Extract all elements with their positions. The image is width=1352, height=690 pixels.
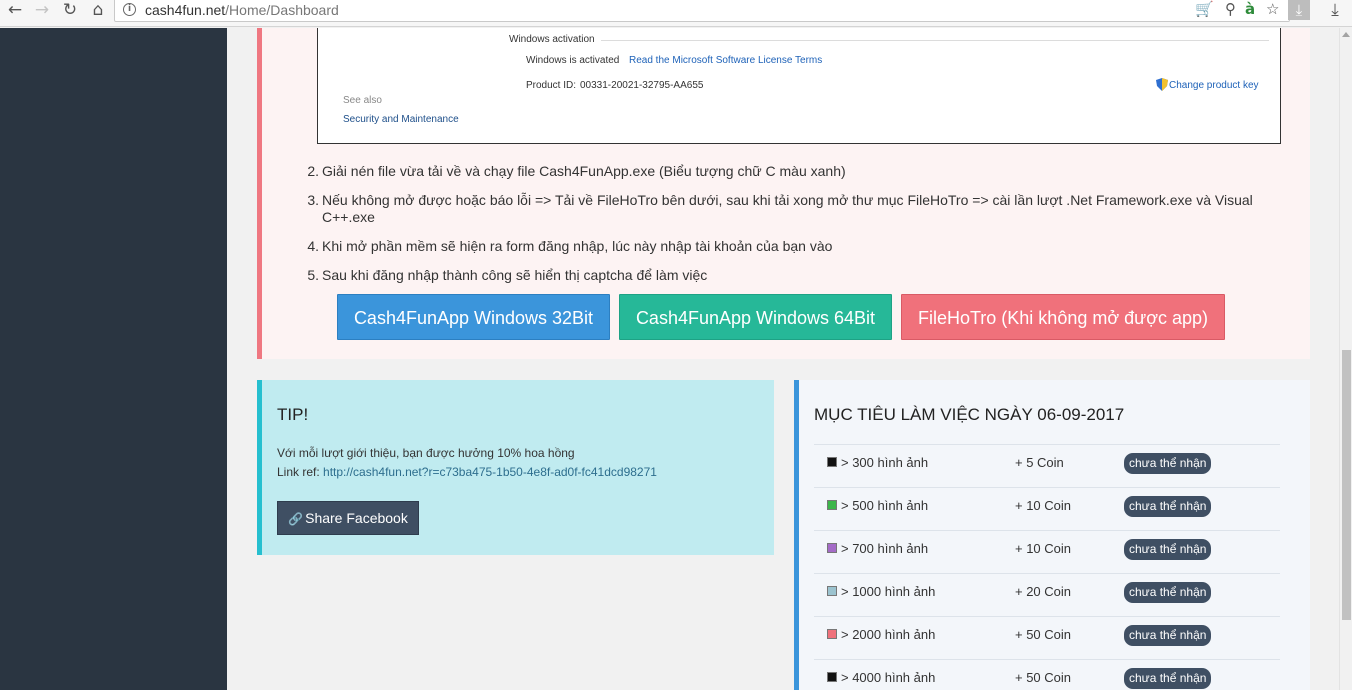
goal-row: > 300 hình ảnh + 5 Coin chưa thể nhận: [814, 444, 1280, 487]
reload-button-icon[interactable]: ↻: [59, 0, 81, 20]
goal-row: > 2000 hình ảnh + 50 Coin chưa thể nhận: [814, 616, 1280, 659]
goal-color-swatch: [827, 586, 837, 596]
goal-reward: + 10 Coin: [1015, 498, 1072, 513]
goal-reward: + 50 Coin: [1015, 627, 1072, 642]
downloads-menu-icon[interactable]: ⤓: [1324, 0, 1346, 20]
bookmark-star-icon[interactable]: ☆: [1266, 0, 1279, 18]
shopping-cart-icon[interactable]: 🛒: [1195, 0, 1214, 18]
download-extension-icon[interactable]: ⤓: [1288, 0, 1310, 20]
install-instructions-panel: Windows activation Windows is activated …: [257, 28, 1310, 359]
windows-activation-screenshot: Windows activation Windows is activated …: [317, 28, 1281, 144]
goal-reward: + 50 Coin: [1015, 670, 1072, 685]
step-text: Khi mở phần mềm sẽ hiện ra form đăng nhậ…: [322, 238, 833, 254]
url-text[interactable]: cash4fun.net/Home/Dashboard: [145, 2, 339, 18]
tip-text: Với mỗi lượt giới thiệu, bạn được hưởng …: [277, 446, 575, 460]
goals-title: MỤC TIÊU LÀM VIỆC NGÀY 06-09-2017: [814, 405, 1125, 424]
tip-title: TIP!: [277, 405, 309, 424]
step-number: 5.: [307, 267, 319, 283]
step-item: 3. Nếu không mở được hoặc báo lỗi => Tải…: [302, 192, 1262, 226]
step-number: 3.: [307, 192, 319, 208]
share-facebook-label: Share Facebook: [305, 510, 408, 526]
goal-row: > 500 hình ảnh + 10 Coin chưa thể nhận: [814, 487, 1280, 530]
goal-color-swatch: [827, 629, 837, 639]
extension-a-icon[interactable]: à: [1245, 0, 1255, 18]
link-icon: 🔗: [288, 512, 304, 526]
browser-toolbar: ← → ↻ ⌂ i cash4fun.net/Home/Dashboard 🛒 …: [0, 0, 1352, 27]
product-id-label: Product ID:: [526, 80, 577, 91]
goal-label: > 4000 hình ảnh: [841, 670, 936, 685]
goal-reward: + 5 Coin: [1015, 455, 1064, 470]
product-id-value: 00331-20021-32795-AA655: [580, 80, 704, 91]
goal-color-swatch: [827, 672, 837, 682]
goal-label: > 2000 hình ảnh: [841, 627, 936, 642]
step-item: 4. Khi mở phần mềm sẽ hiện ra form đăng …: [302, 238, 1262, 255]
goal-label: > 500 hình ảnh: [841, 498, 929, 513]
goal-label: > 700 hình ảnh: [841, 541, 929, 556]
goal-reward: + 20 Coin: [1015, 584, 1072, 599]
scrollbar-thumb[interactable]: [1342, 350, 1351, 620]
scroll-up-icon[interactable]: [1342, 32, 1350, 37]
step-item: 5. Sau khi đăng nhập thành công sẽ hiển …: [302, 267, 1262, 284]
activation-heading: Windows activation: [509, 34, 595, 45]
vertical-scrollbar[interactable]: [1339, 28, 1352, 690]
activation-status: Windows is activated: [526, 55, 620, 66]
tip-panel: TIP! Với mỗi lượt giới thiệu, bạn được h…: [257, 380, 774, 555]
license-terms-link: Read the Microsoft Software License Term…: [629, 55, 823, 66]
goal-status-badge: chưa thể nhận: [1124, 668, 1212, 689]
step-text: Nếu không mở được hoặc báo lỗi => Tải về…: [322, 192, 1253, 225]
install-steps-list: 2. Giải nén file vừa tải về và chạy file…: [302, 163, 1262, 296]
goal-color-swatch: [827, 457, 837, 467]
forward-button-icon[interactable]: →: [31, 0, 53, 20]
referral-label: Link ref:: [277, 465, 320, 479]
change-product-key-link: Change product key: [1169, 80, 1259, 91]
step-item: 2. Giải nén file vừa tải về và chạy file…: [302, 163, 1262, 180]
goal-status-badge: chưa thể nhận: [1124, 496, 1212, 517]
step-text: Giải nén file vừa tải về và chạy file Ca…: [322, 163, 846, 179]
referral-line: Link ref: http://cash4fun.net?r=c73ba475…: [277, 465, 657, 479]
url-path: /Home/Dashboard: [225, 2, 339, 18]
page-info-icon[interactable]: i: [123, 3, 136, 16]
goal-label: > 1000 hình ảnh: [841, 584, 936, 599]
activation-divider: [601, 40, 1269, 41]
goal-row: > 4000 hình ảnh + 50 Coin chưa thể nhận: [814, 659, 1280, 690]
daily-goals-panel: MỤC TIÊU LÀM VIỆC NGÀY 06-09-2017 > 300 …: [794, 380, 1310, 690]
sidebar: [0, 28, 227, 690]
download-64bit-button[interactable]: Cash4FunApp Windows 64Bit: [619, 294, 892, 340]
goal-status-badge: chưa thể nhận: [1124, 582, 1212, 603]
step-text: Sau khi đăng nhập thành công sẽ hiển thị…: [322, 267, 708, 283]
home-button-icon[interactable]: ⌂: [87, 0, 109, 20]
goal-reward: + 10 Coin: [1015, 541, 1072, 556]
share-facebook-button[interactable]: 🔗 Share Facebook: [277, 501, 419, 535]
address-bar[interactable]: i cash4fun.net/Home/Dashboard 🛒 ⚲ à ☆: [114, 0, 1290, 22]
goal-status-badge: chưa thể nhận: [1124, 539, 1212, 560]
security-maintenance-link: Security and Maintenance: [343, 114, 459, 125]
goal-status-badge: chưa thể nhận: [1124, 453, 1212, 474]
see-also-label: See also: [343, 95, 382, 106]
step-number: 2.: [307, 163, 319, 179]
goal-color-swatch: [827, 543, 837, 553]
goal-color-swatch: [827, 500, 837, 510]
url-host: cash4fun.net: [145, 2, 226, 18]
shield-icon: [1156, 78, 1168, 91]
step-number: 4.: [307, 238, 319, 254]
goal-status-badge: chưa thể nhận: [1124, 625, 1212, 646]
goal-row: > 1000 hình ảnh + 20 Coin chưa thể nhận: [814, 573, 1280, 616]
goal-row: > 700 hình ảnh + 10 Coin chưa thể nhận: [814, 530, 1280, 573]
back-button-icon[interactable]: ←: [4, 0, 26, 20]
referral-link[interactable]: http://cash4fun.net?r=c73ba475-1b50-4e8f…: [323, 465, 657, 479]
download-32bit-button[interactable]: Cash4FunApp Windows 32Bit: [337, 294, 610, 340]
goal-label: > 300 hình ảnh: [841, 455, 929, 470]
pin-icon[interactable]: ⚲: [1225, 0, 1236, 18]
download-filehotro-button[interactable]: FileHoTro (Khi không mở được app): [901, 294, 1225, 340]
